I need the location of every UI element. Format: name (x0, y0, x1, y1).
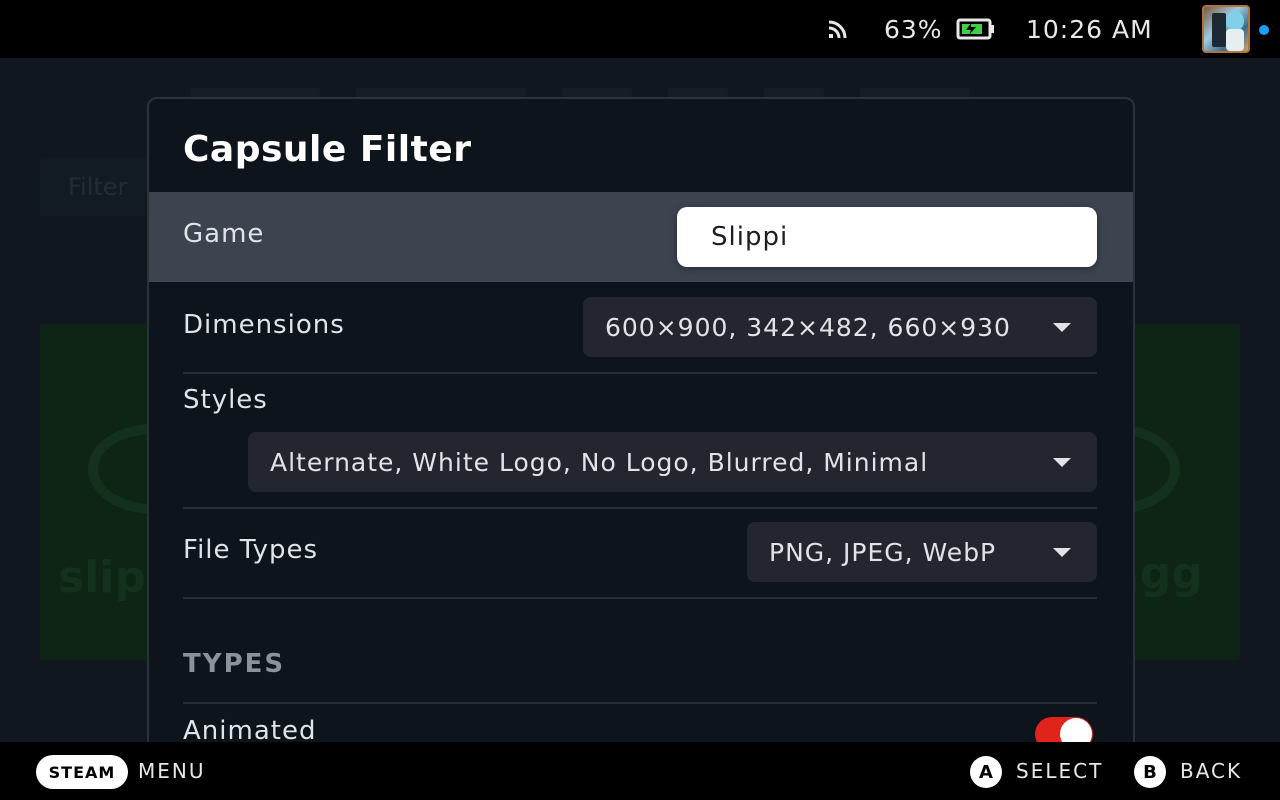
divider (183, 372, 1097, 374)
battery-percent: 63% (884, 14, 943, 44)
select-hint: SELECT (1016, 759, 1104, 783)
dialog-title: Capsule Filter (183, 129, 472, 170)
battery-charging-icon (956, 0, 996, 58)
divider (183, 507, 1097, 509)
back-hint: BACK (1180, 759, 1243, 783)
chevron-down-icon (1053, 458, 1071, 467)
status-bar: 63% 10:26 AM (0, 0, 1280, 58)
dimensions-label: Dimensions (183, 310, 345, 340)
chevron-down-icon (1053, 323, 1071, 332)
chevron-down-icon (1053, 548, 1071, 557)
b-button-icon[interactable]: B (1134, 756, 1166, 788)
types-section-title: TYPES (183, 649, 286, 679)
controller-hint-bar: STEAM MENU A SELECT B BACK (0, 742, 1280, 800)
dimensions-dropdown[interactable]: 600×900, 342×482, 660×930 (583, 297, 1097, 357)
game-row[interactable]: Game (149, 192, 1133, 282)
wifi-icon (826, 0, 852, 58)
steam-button[interactable]: STEAM (36, 755, 128, 789)
divider (183, 597, 1097, 599)
styles-value: Alternate, White Logo, No Logo, Blurred,… (270, 447, 929, 477)
file-types-dropdown[interactable]: PNG, JPEG, WebP (747, 522, 1097, 582)
clock: 10:26 AM (1026, 14, 1153, 44)
styles-dropdown[interactable]: Alternate, White Logo, No Logo, Blurred,… (248, 432, 1097, 492)
file-types-value: PNG, JPEG, WebP (769, 537, 997, 567)
capsule-filter-dialog: Capsule Filter Game Dimensions 600×900, … (147, 97, 1135, 757)
a-button-icon[interactable]: A (970, 756, 1002, 788)
styles-label: Styles (183, 385, 268, 415)
user-avatar[interactable] (1202, 5, 1250, 53)
notification-dot (1259, 25, 1269, 35)
game-input[interactable] (677, 207, 1097, 267)
divider (183, 702, 1097, 704)
dimensions-value: 600×900, 342×482, 660×930 (605, 312, 1011, 342)
dimensions-row: Dimensions 600×900, 342×482, 660×930 (149, 282, 1133, 372)
game-label: Game (183, 219, 265, 249)
menu-hint: MENU (138, 759, 206, 783)
file-types-label: File Types (183, 535, 319, 565)
